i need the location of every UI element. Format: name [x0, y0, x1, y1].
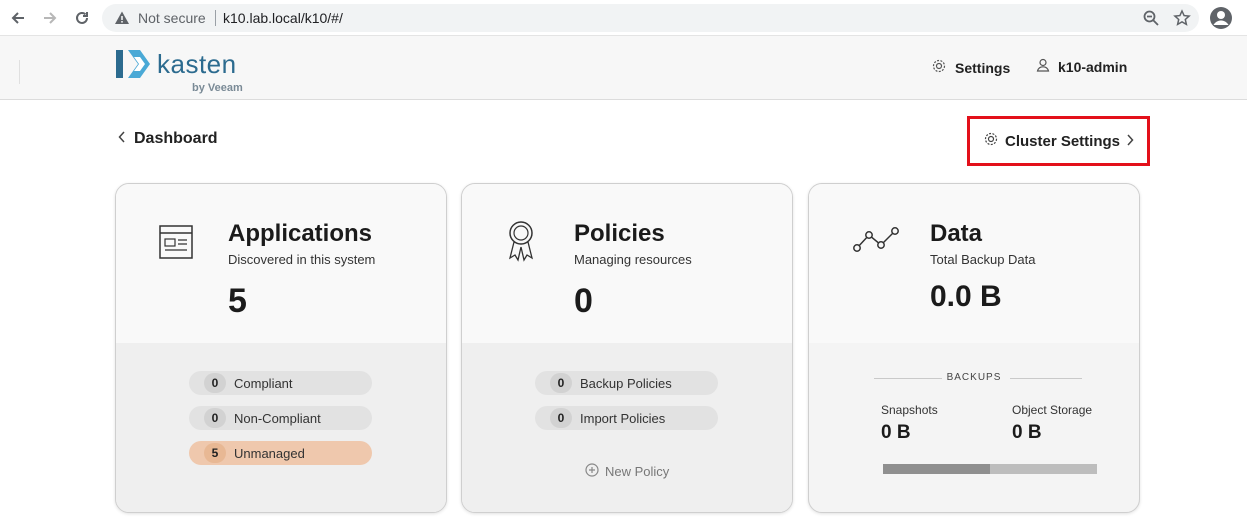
cluster-settings-label: Cluster Settings [1004, 132, 1121, 150]
card-details: BACKUPS Snapshots 0 B Object Storage 0 B [809, 184, 1139, 512]
card-summary: Applications Discovered in this system 5 [116, 184, 446, 343]
card-subtitle: Managing resources [574, 252, 692, 267]
pill-count: 0 [204, 373, 226, 393]
settings-link[interactable]: Settings [931, 58, 1010, 77]
card-details: 0 Backup Policies 0 Import Policies New … [462, 343, 792, 512]
applications-card[interactable]: Applications Discovered in this system 5… [115, 183, 447, 513]
snapshots-label: Snapshots [881, 403, 938, 417]
forward-arrow-icon[interactable] [38, 6, 62, 30]
security-status[interactable]: Not secure [138, 10, 206, 26]
pill-count: 0 [550, 373, 572, 393]
reload-icon[interactable] [70, 6, 94, 30]
logo-text: kasten [157, 49, 237, 79]
new-policy-button[interactable]: New Policy [585, 463, 669, 480]
kasten-logo[interactable]: kasten by Veeam [114, 46, 254, 94]
breadcrumb[interactable]: Dashboard [118, 130, 218, 148]
pill-label: Backup Policies [580, 375, 672, 391]
compliant-pill[interactable]: 0 Compliant [189, 371, 372, 395]
gear-icon [931, 58, 947, 77]
user-menu[interactable]: k10-admin [1036, 58, 1127, 75]
card-title: Policies [574, 220, 665, 247]
pill-count: 0 [204, 408, 226, 428]
kasten-mark-icon [116, 50, 150, 78]
pill-label: Import Policies [580, 410, 666, 426]
pill-label: Unmanaged [234, 445, 305, 461]
policies-card[interactable]: Policies Managing resources 0 0 Backup P… [461, 183, 793, 513]
browser-toolbar: Not secure k10.lab.local/k10/#/ [0, 0, 1247, 36]
profile-icon[interactable] [1209, 6, 1233, 30]
browser-window-icon [156, 222, 194, 265]
gear-icon [983, 131, 999, 151]
star-icon[interactable] [1173, 9, 1191, 32]
ribbon-award-icon [502, 221, 540, 269]
backups-heading: BACKUPS [946, 372, 1002, 383]
plus-circle-icon [585, 463, 599, 480]
object-storage-label: Object Storage [1012, 403, 1093, 417]
pill-label: Compliant [234, 375, 293, 391]
snapshot-usage-fill [883, 464, 990, 474]
card-title: Applications [228, 220, 373, 247]
import-policies-pill[interactable]: 0 Import Policies [535, 406, 718, 430]
breadcrumb-label: Dashboard [134, 130, 218, 147]
card-details: 0 Compliant 0 Non-Compliant 5 Unmanaged [116, 343, 446, 512]
new-policy-label: New Policy [605, 464, 670, 479]
header-divider [19, 60, 20, 84]
address-bar[interactable]: Not secure k10.lab.local/k10/#/ [102, 4, 1199, 32]
snapshots-value: 0 B [881, 422, 911, 443]
cluster-settings-button[interactable]: Cluster Settings [967, 116, 1150, 166]
user-icon [1036, 58, 1050, 75]
card-summary: Policies Managing resources 0 [462, 184, 792, 343]
app-header: kasten by Veeam Settings k10-admin [0, 36, 1247, 100]
non-compliant-pill[interactable]: 0 Non-Compliant [189, 406, 372, 430]
backup-usage-bar [883, 464, 1097, 474]
pill-count: 5 [204, 443, 226, 463]
card-count: 0 [574, 282, 593, 320]
pill-count: 0 [550, 408, 572, 428]
unmanaged-pill[interactable]: 5 Unmanaged [189, 441, 372, 465]
warning-icon [114, 10, 130, 31]
zoom-icon[interactable] [1142, 9, 1160, 32]
logo-byline: by Veeam [192, 82, 243, 94]
card-subtitle: Discovered in this system [228, 252, 376, 267]
object-storage-value: 0 B [1012, 422, 1042, 443]
back-arrow-icon[interactable] [6, 6, 30, 30]
card-count: 5 [228, 282, 247, 320]
chevron-right-icon [1126, 133, 1134, 150]
chevron-left-icon [118, 130, 126, 148]
address-divider [215, 10, 216, 26]
settings-label: Settings [955, 59, 1011, 76]
data-card[interactable]: Data Total Backup Data 0.0 B BACKUPS Sna… [808, 183, 1140, 513]
url-text[interactable]: k10.lab.local/k10/#/ [223, 10, 343, 26]
user-label: k10-admin [1058, 58, 1128, 75]
backup-policies-pill[interactable]: 0 Backup Policies [535, 371, 718, 395]
pill-label: Non-Compliant [234, 410, 321, 426]
